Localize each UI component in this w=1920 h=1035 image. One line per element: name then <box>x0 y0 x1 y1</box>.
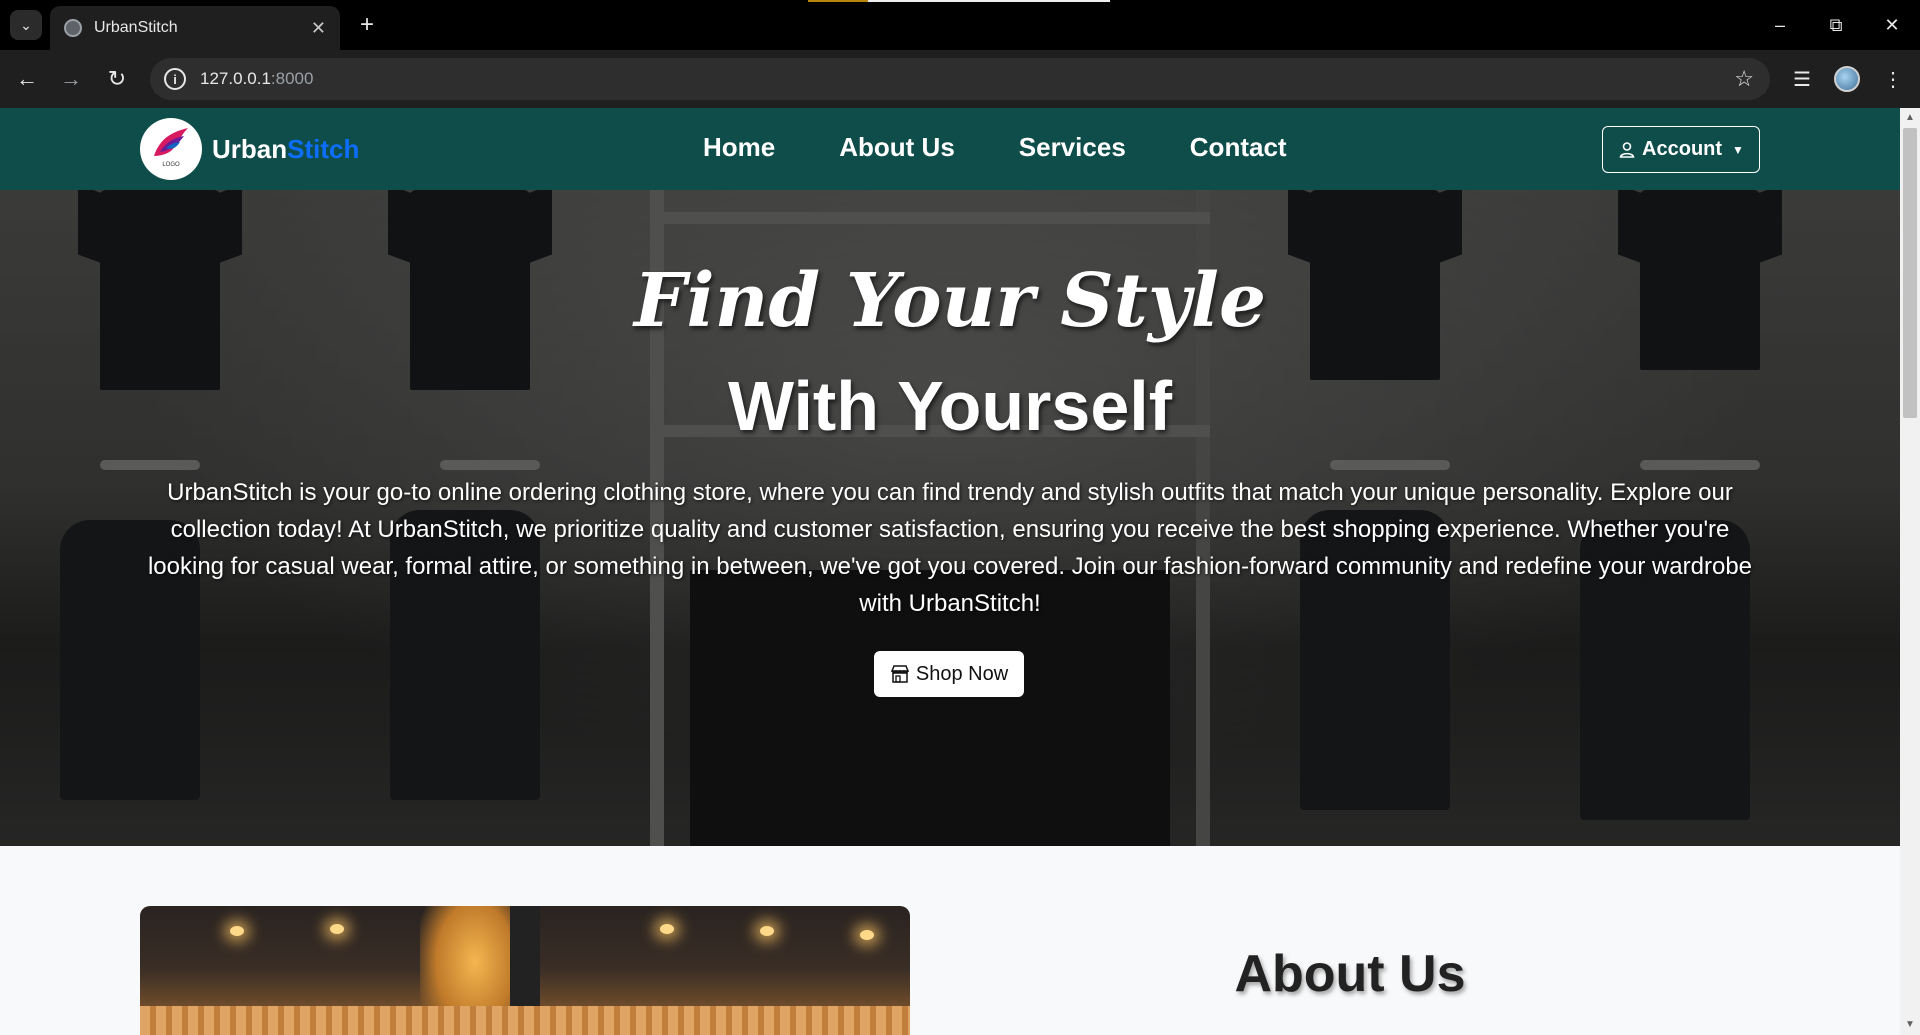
profile-avatar[interactable] <box>1832 64 1862 94</box>
tab-title: UrbanStitch <box>94 19 178 36</box>
plus-icon[interactable]: + <box>352 10 382 40</box>
shop-now-label: Shop Now <box>915 662 1009 685</box>
scroll-up-icon[interactable]: ▲ <box>1900 110 1920 126</box>
nav-contact[interactable]: Contact <box>1190 132 1287 163</box>
brand-name: UrbanStitch <box>212 133 360 164</box>
shop-now-button[interactable]: Shop Now <box>874 651 1024 697</box>
nav-home[interactable]: Home <box>703 132 775 163</box>
minimize-icon[interactable]: – <box>1752 0 1808 50</box>
window-controls: – ⧉ ✕ <box>1752 0 1920 50</box>
tab-progress-indicator <box>808 0 1110 2</box>
close-icon[interactable]: ✕ <box>311 18 326 39</box>
brand-logo: LOGO <box>140 118 202 180</box>
browser-toolbar: ← → ↻ i 127.0.0.1:8000 ☆ ☰ ⋮ <box>0 50 1920 108</box>
back-icon[interactable]: ← <box>12 64 42 94</box>
menu-icon[interactable]: ⋮ <box>1878 64 1908 94</box>
brand[interactable]: LOGO UrbanStitch <box>140 118 359 180</box>
about-title: About Us <box>1234 945 1466 1003</box>
reload-icon[interactable]: ↻ <box>102 64 132 94</box>
tab-list-icon[interactable]: ⌄ <box>10 10 42 40</box>
site-navbar: LOGO UrbanStitch Home About Us Services … <box>0 108 1900 190</box>
scroll-thumb[interactable] <box>1903 128 1917 418</box>
hero-title-line1: Find Your Style <box>633 258 1267 344</box>
star-icon[interactable]: ☆ <box>1734 66 1754 92</box>
logo-text: LOGO <box>162 162 180 168</box>
account-dropdown-button[interactable]: Account ▼ <box>1602 126 1760 173</box>
hero-section: Find Your Style With Yourself UrbanStitc… <box>0 190 1900 846</box>
restore-icon[interactable]: ⧉ <box>1808 0 1864 50</box>
about-section: About Us <box>0 846 1900 1035</box>
nav-about-us[interactable]: About Us <box>839 132 955 163</box>
address-bar[interactable]: i 127.0.0.1:8000 ☆ <box>150 58 1770 100</box>
url-host: 127.0.0.1 <box>200 69 271 88</box>
caret-down-icon: ▼ <box>1732 142 1744 157</box>
store-icon <box>890 665 909 683</box>
info-icon[interactable]: i <box>164 68 186 90</box>
nav-services[interactable]: Services <box>1019 132 1126 163</box>
close-window-icon[interactable]: ✕ <box>1864 0 1920 50</box>
hero-content: Find Your Style With Yourself UrbanStitc… <box>0 190 1900 846</box>
browser-tabstrip: ⌄ UrbanStitch ✕ + – ⧉ ✕ <box>0 0 1920 50</box>
scroll-down-icon[interactable]: ▼ <box>1900 1017 1920 1033</box>
hero-description: UrbanStitch is your go-to online orderin… <box>147 479 1753 617</box>
web-page: LOGO UrbanStitch Home About Us Services … <box>0 108 1900 1035</box>
user-icon <box>1619 141 1635 158</box>
forward-icon[interactable]: → <box>56 64 86 94</box>
main-menu: Home About Us Services Contact <box>703 132 1351 163</box>
url-port: :8000 <box>270 69 314 88</box>
media-icon[interactable]: ☰ <box>1787 64 1817 94</box>
globe-icon <box>64 19 82 37</box>
page-scrollbar[interactable]: ▲ ▼ <box>1900 108 1920 1035</box>
bird-logo-icon <box>154 128 188 156</box>
hero-title-line2: With Yourself <box>727 367 1173 445</box>
about-store-image <box>140 906 910 1035</box>
account-label: Account <box>1642 138 1723 160</box>
browser-tab[interactable]: UrbanStitch ✕ <box>50 6 340 50</box>
